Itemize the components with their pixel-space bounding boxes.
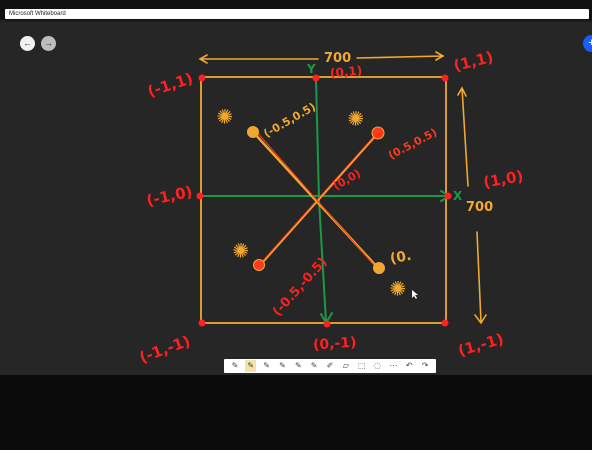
dot-bottom-right bbox=[441, 319, 449, 327]
light-lower-right-icon: ✺ bbox=[386, 274, 410, 302]
cursor-icon bbox=[412, 290, 418, 299]
dot-bottom-left bbox=[198, 319, 206, 327]
redo-icon[interactable]: ↷ bbox=[420, 360, 431, 372]
dot-bottom-center bbox=[323, 320, 331, 328]
label-top-left: (-1,1) bbox=[145, 69, 195, 100]
highlighter-icon[interactable]: ✐ bbox=[324, 360, 335, 372]
label-width: 700 bbox=[324, 51, 351, 66]
label-top-right: (1,1) bbox=[452, 48, 495, 75]
light-upper-right-icon: ✺ bbox=[344, 104, 368, 132]
dot-top-right bbox=[441, 74, 449, 82]
label-upper-left-point: (-0.5,0.5) bbox=[261, 100, 318, 140]
pen-white-icon[interactable]: ✎ bbox=[293, 360, 304, 372]
undo-icon[interactable]: ↶ bbox=[404, 360, 415, 372]
height-arrow-bottom bbox=[474, 231, 487, 325]
diagonal-a-orange bbox=[257, 130, 381, 269]
ink-toolbar: ✎ ✎ ✎ ✎ ✎ ✎ ✐ ▱ ⬚ ◌ ⋯ ↶ ↷ bbox=[224, 359, 436, 373]
light-upper-left-icon: ✺ bbox=[213, 102, 237, 130]
pen-red-icon[interactable]: ✎ bbox=[261, 360, 272, 372]
dot-middle-right bbox=[444, 192, 452, 200]
lasso-icon[interactable]: ⬚ bbox=[356, 360, 367, 372]
point-lower-right bbox=[373, 262, 385, 274]
label-middle-left: (-1,0) bbox=[145, 182, 194, 209]
y-axis-marker: Y bbox=[306, 62, 316, 76]
label-upper-right-point: (0.5,0.5) bbox=[386, 126, 439, 162]
pen-black-icon[interactable]: ✎ bbox=[229, 360, 240, 372]
eraser-icon[interactable]: ▱ bbox=[340, 360, 351, 372]
label-top-center: (0,1) bbox=[329, 63, 363, 80]
light-lower-left-icon: ✺ bbox=[229, 236, 253, 264]
diagonal-b-red bbox=[254, 129, 375, 266]
x-axis-marker: X bbox=[453, 189, 463, 203]
pen-gray-icon[interactable]: ✎ bbox=[277, 360, 288, 372]
pen-blue-icon[interactable]: ✎ bbox=[309, 360, 320, 372]
ruler-icon[interactable]: ◌ bbox=[372, 360, 383, 372]
label-bottom-right: (1,-1) bbox=[456, 330, 506, 360]
label-height: 700 bbox=[466, 200, 493, 215]
pen-yellow-icon[interactable]: ✎ bbox=[245, 360, 257, 372]
label-middle-right: (1,0) bbox=[482, 167, 525, 192]
point-lower-left bbox=[253, 259, 265, 271]
label-bottom-center: (0,-1) bbox=[313, 335, 357, 354]
height-arrow-top bbox=[457, 86, 469, 187]
dot-top-left bbox=[198, 74, 206, 82]
more-icon[interactable]: ⋯ bbox=[388, 360, 399, 372]
width-arrow-right bbox=[356, 51, 445, 61]
label-center: (0,0) bbox=[331, 167, 363, 193]
label-lower-right-point: (0. bbox=[389, 248, 413, 267]
point-upper-right bbox=[371, 126, 385, 140]
dot-middle-left bbox=[196, 192, 204, 200]
label-lower-left-point: (-0.5,-0.5) bbox=[270, 255, 330, 320]
ink-drawing: 700 700 (-1,1) (0,1) (1,1) (-1,0) (1,0) … bbox=[137, 48, 525, 367]
label-bottom-left: (-1,-1) bbox=[137, 332, 193, 367]
point-upper-left bbox=[247, 126, 259, 138]
width-arrow-left bbox=[198, 54, 319, 64]
